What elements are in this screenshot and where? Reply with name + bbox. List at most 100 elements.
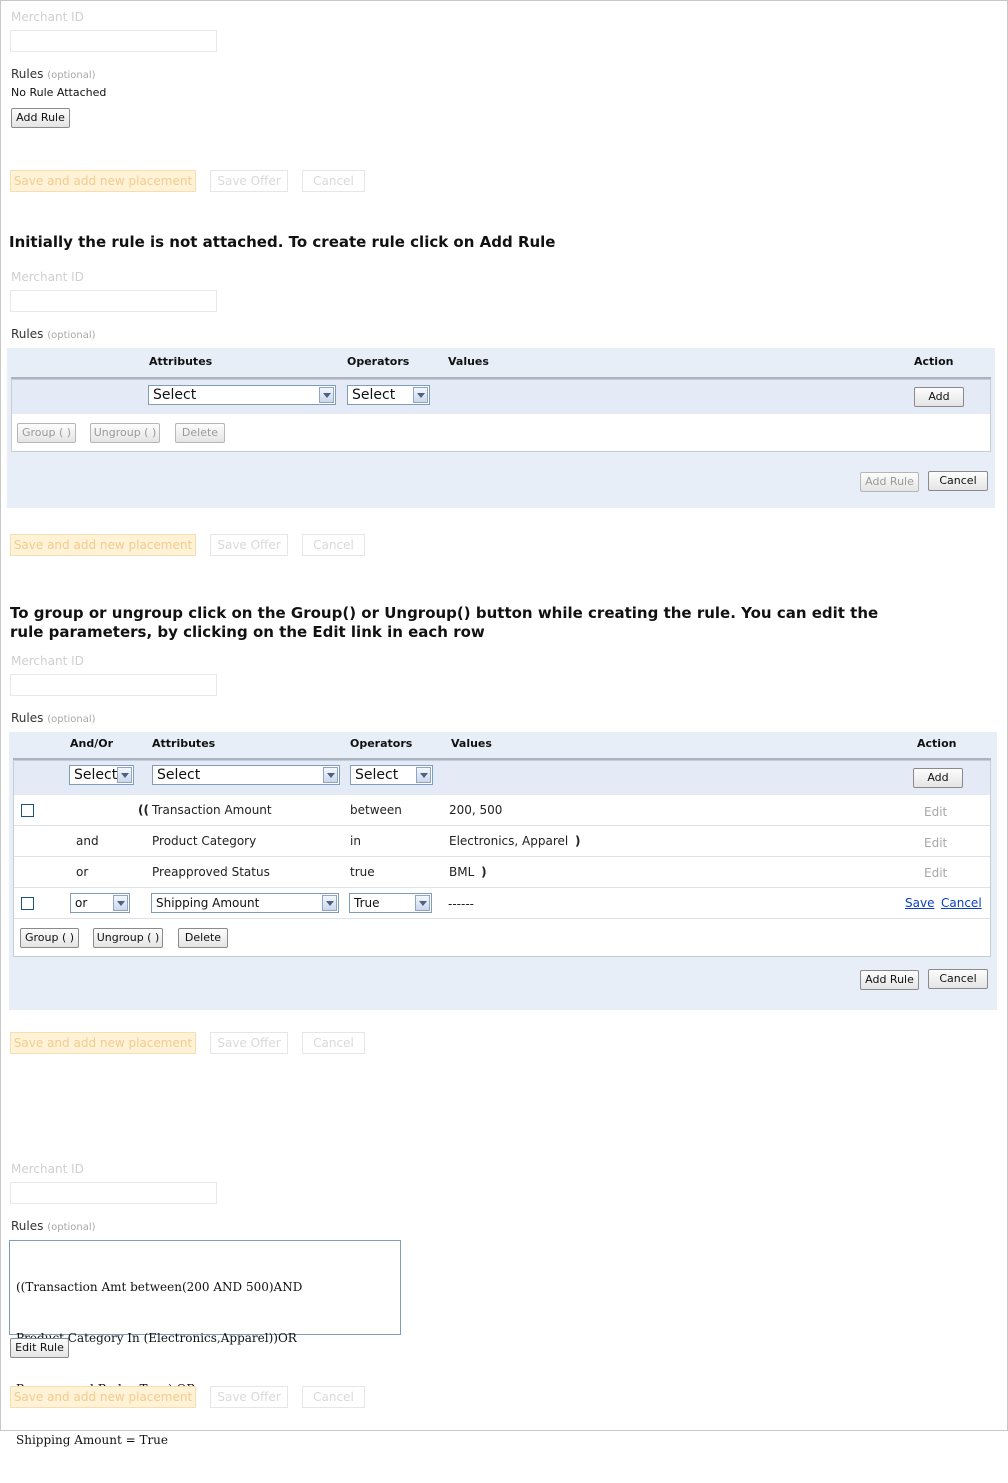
cancel-button[interactable]: Cancel bbox=[302, 170, 365, 192]
chevron-down-icon bbox=[322, 895, 337, 911]
rules-label: Rules bbox=[11, 67, 44, 81]
chevron-down-icon bbox=[413, 387, 428, 403]
cancel-link[interactable]: Cancel bbox=[941, 896, 982, 910]
rules-label-row: Rules (optional) bbox=[11, 327, 96, 341]
header-action: Action bbox=[914, 355, 954, 368]
row-checkbox[interactable] bbox=[21, 897, 34, 910]
row-checkbox[interactable] bbox=[21, 804, 34, 817]
optional-label: (optional) bbox=[47, 70, 96, 81]
add-rule-button[interactable]: Add Rule bbox=[11, 108, 70, 128]
header-and-or: And/Or bbox=[70, 737, 114, 750]
merchant-id-label: Merchant ID bbox=[11, 1162, 84, 1176]
chevron-down-icon bbox=[117, 767, 132, 783]
paren-open: (( bbox=[138, 803, 149, 817]
attribute-select[interactable]: Select bbox=[148, 385, 336, 405]
cancel-button[interactable]: Cancel bbox=[302, 1032, 365, 1054]
rules-label: Rules bbox=[11, 711, 44, 725]
row-attribute: Transaction Amount bbox=[152, 803, 272, 817]
save-offer-button[interactable]: Save Offer bbox=[210, 1386, 288, 1408]
and-or-select-value: Select bbox=[74, 767, 118, 783]
heading-group: To group or ungroup click on the Group()… bbox=[10, 604, 878, 642]
merchant-id-input[interactable] bbox=[10, 290, 217, 312]
row-and-or: and bbox=[76, 834, 99, 848]
and-or-select-value: or bbox=[75, 896, 88, 910]
row-operator: true bbox=[350, 865, 375, 879]
paren-close: ) bbox=[575, 834, 581, 848]
paren-close: ) bbox=[481, 865, 487, 879]
optional-label: (optional) bbox=[47, 330, 96, 341]
attribute-select[interactable]: Shipping Amount bbox=[151, 893, 339, 913]
attribute-select-value: Select bbox=[157, 767, 201, 783]
row-value-text: BML bbox=[449, 865, 475, 879]
operator-select[interactable]: Select bbox=[350, 765, 433, 785]
row-and-or: or bbox=[76, 865, 89, 879]
row-operator: between bbox=[350, 803, 402, 817]
header-attributes: Attributes bbox=[152, 737, 216, 750]
add-rule-button[interactable]: Add Rule bbox=[860, 472, 919, 492]
merchant-id-label: Merchant ID bbox=[11, 654, 84, 668]
save-link[interactable]: Save bbox=[905, 896, 934, 910]
cancel-rule-button[interactable]: Cancel bbox=[928, 969, 988, 989]
group-button[interactable]: Group ( ) bbox=[17, 423, 76, 443]
header-operators: Operators bbox=[350, 737, 413, 750]
chevron-down-icon bbox=[416, 767, 431, 783]
save-offer-button[interactable]: Save Offer bbox=[210, 1032, 288, 1054]
edit-link[interactable]: Edit bbox=[924, 805, 947, 819]
add-rule-button[interactable]: Add Rule bbox=[860, 970, 919, 990]
header-attributes: Attributes bbox=[149, 355, 213, 368]
attribute-select-value: Shipping Amount bbox=[156, 896, 260, 910]
cancel-button[interactable]: Cancel bbox=[302, 534, 365, 556]
ungroup-button[interactable]: Ungroup ( ) bbox=[93, 928, 163, 948]
merchant-id-input[interactable] bbox=[10, 30, 217, 52]
save-add-placement-button[interactable]: Save and add new placement bbox=[10, 1386, 196, 1408]
merchant-id-label: Merchant ID bbox=[11, 270, 84, 284]
attribute-select-value: Select bbox=[153, 387, 197, 403]
edit-rule-button[interactable]: Edit Rule bbox=[10, 1338, 69, 1358]
rule-expression-line: Product Category In (Electronics,Apparel… bbox=[16, 1331, 297, 1345]
row-divider bbox=[14, 918, 990, 919]
cancel-rule-button[interactable]: Cancel bbox=[928, 471, 988, 491]
row-operator: in bbox=[350, 834, 361, 848]
header-action: Action bbox=[917, 737, 957, 750]
header-operators: Operators bbox=[347, 355, 410, 368]
row-value: 200, 500 bbox=[449, 803, 503, 817]
add-button[interactable]: Add bbox=[914, 387, 964, 407]
save-add-placement-button[interactable]: Save and add new placement bbox=[10, 534, 196, 556]
and-or-select[interactable]: Select bbox=[69, 765, 134, 785]
cancel-button[interactable]: Cancel bbox=[302, 1386, 365, 1408]
row-attribute: Preapproved Status bbox=[152, 865, 270, 879]
rule-expression-line: Shipping Amount = True bbox=[16, 1433, 169, 1447]
merchant-id-input[interactable] bbox=[10, 674, 217, 696]
optional-label: (optional) bbox=[47, 714, 96, 725]
and-or-select[interactable]: or bbox=[70, 893, 130, 913]
operator-select[interactable]: Select bbox=[347, 385, 430, 405]
save-offer-button[interactable]: Save Offer bbox=[210, 534, 288, 556]
heading-group-line2: rule parameters, by clicking on the Edit… bbox=[10, 623, 485, 641]
header-values: Values bbox=[448, 355, 489, 368]
operator-select[interactable]: True bbox=[349, 893, 432, 913]
rule-expression-textarea[interactable]: ((Transaction Amt between(200 AND 500)AN… bbox=[9, 1240, 401, 1447]
merchant-id-input[interactable] bbox=[10, 1182, 217, 1204]
save-add-placement-button[interactable]: Save and add new placement bbox=[10, 170, 196, 192]
edit-link[interactable]: Edit bbox=[924, 866, 947, 880]
add-button[interactable]: Add bbox=[913, 768, 963, 788]
group-button[interactable]: Group ( ) bbox=[20, 928, 79, 948]
row-divider bbox=[14, 825, 990, 826]
heading-initial: Initially the rule is not attached. To c… bbox=[9, 233, 556, 251]
rules-label: Rules bbox=[11, 1219, 44, 1233]
delete-button[interactable]: Delete bbox=[175, 423, 225, 443]
rules-label: Rules bbox=[11, 327, 44, 341]
save-offer-button[interactable]: Save Offer bbox=[210, 170, 288, 192]
row-divider bbox=[14, 856, 990, 857]
save-add-placement-button[interactable]: Save and add new placement bbox=[10, 1032, 196, 1054]
row-value: ------ bbox=[448, 897, 474, 911]
edit-link[interactable]: Edit bbox=[924, 836, 947, 850]
chevron-down-icon bbox=[323, 767, 338, 783]
delete-button[interactable]: Delete bbox=[178, 928, 228, 948]
rules-label-row: Rules (optional) bbox=[11, 1219, 96, 1233]
operator-select-value: Select bbox=[355, 767, 399, 783]
rules-label-row: Rules (optional) bbox=[11, 711, 96, 725]
attribute-select[interactable]: Select bbox=[152, 765, 340, 785]
ungroup-button[interactable]: Ungroup ( ) bbox=[90, 423, 160, 443]
rule-expression-line: ((Transaction Amt between(200 AND 500)AN… bbox=[16, 1280, 303, 1294]
